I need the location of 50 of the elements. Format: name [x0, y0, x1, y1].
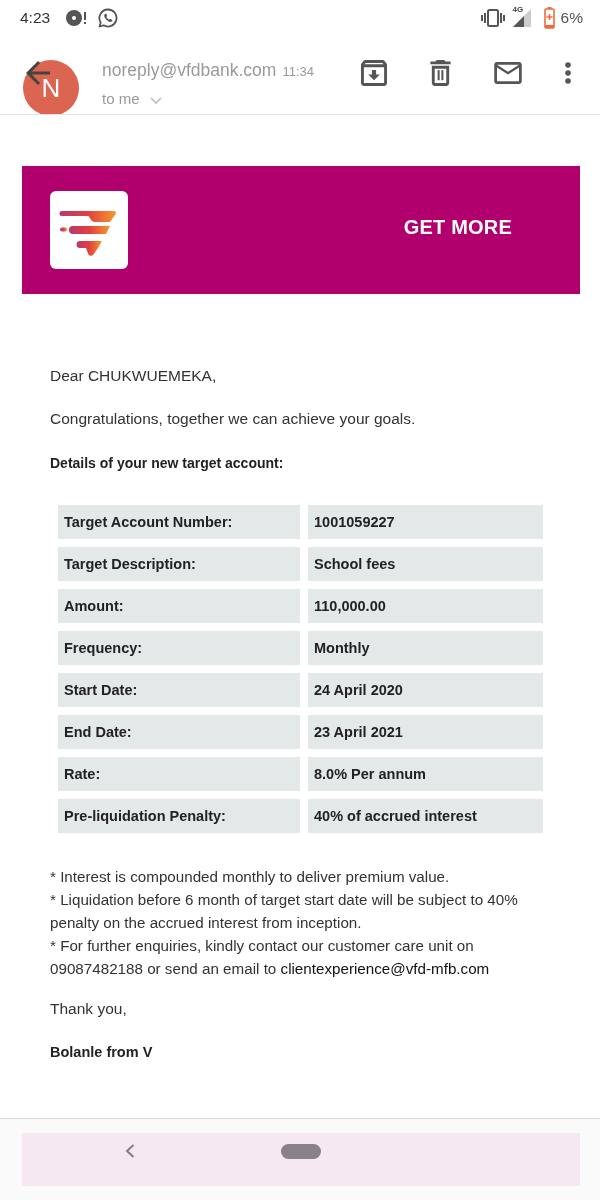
detail-value: 40% of accrued interest	[308, 799, 543, 833]
disc-alert-icon	[66, 9, 88, 27]
detail-label: Frequency:	[58, 631, 300, 665]
details-heading: Details of your new target account:	[50, 454, 285, 473]
footnote-text: * For further enquiries, kindly contact our customer care unit on 09087482188 or send an email to clientexperience@vfd-mfb.com	[50, 936, 491, 979]
archive-icon	[361, 60, 387, 86]
detail-value: 24 April 2020	[308, 673, 543, 707]
footnote-text: * Interest is compounded monthly to deliver premium value.	[50, 867, 451, 887]
home-handle[interactable]	[281, 1144, 321, 1159]
detail-value: 1001059227	[308, 505, 543, 539]
recipient-label: to me	[102, 89, 140, 107]
closing-text: Thank you,	[50, 999, 128, 1019]
mail-icon	[494, 62, 522, 84]
more-icon	[565, 62, 571, 84]
sender-address: noreply@vfdbank.com	[102, 60, 277, 80]
signature-text: Bolanle from V	[50, 1043, 154, 1062]
footnote-text: * Liquidation before 6 month of target start date will be subject to 40% penalty on the accrued interest from inception.	[50, 890, 519, 933]
detail-value: 23 April 2021	[308, 715, 543, 749]
detail-label: Pre-liquidation Penalty:	[58, 799, 300, 833]
detail-value: 110,000.00	[308, 589, 543, 623]
vibrate-icon	[480, 9, 505, 27]
battery-percent: 6%	[560, 9, 583, 27]
striped-v-logo-icon	[50, 191, 128, 269]
network-type-label: 4G	[512, 5, 524, 14]
detail-label: Target Account Number:	[58, 505, 300, 539]
detail-label: Rate:	[58, 757, 300, 791]
back-chevron-icon[interactable]	[125, 1144, 135, 1158]
archive-button[interactable]	[361, 60, 387, 86]
status-time: 4:23	[20, 9, 51, 27]
chevron-down-icon	[149, 96, 162, 104]
detail-value: 8.0% Per annum	[308, 757, 543, 791]
sender-avatar: N	[23, 60, 79, 114]
delete-button[interactable]	[430, 60, 451, 86]
greeting-text: Dear CHUKWUEMEKA,	[50, 366, 218, 386]
intro-text: Congratulations, together we can achieve your goals.	[50, 409, 417, 429]
detail-label: Start Date:	[58, 673, 300, 707]
email-link[interactable]: clientexperience@vfd-mfb.com	[280, 960, 490, 977]
more-button[interactable]	[565, 62, 571, 84]
battery-icon	[543, 7, 555, 29]
detail-label: Target Description:	[58, 547, 300, 581]
detail-value: School fees	[308, 547, 543, 581]
sent-time: 11:34	[282, 64, 314, 79]
detail-label: Amount:	[58, 589, 300, 623]
trash-icon	[430, 60, 451, 86]
signal-icon	[512, 9, 531, 27]
chat-phone-icon	[98, 8, 119, 28]
mark-unread-button[interactable]	[494, 62, 522, 84]
detail-label: End Date:	[58, 715, 300, 749]
detail-value: Monthly	[308, 631, 543, 665]
banner-title: GET MORE	[403, 215, 512, 239]
